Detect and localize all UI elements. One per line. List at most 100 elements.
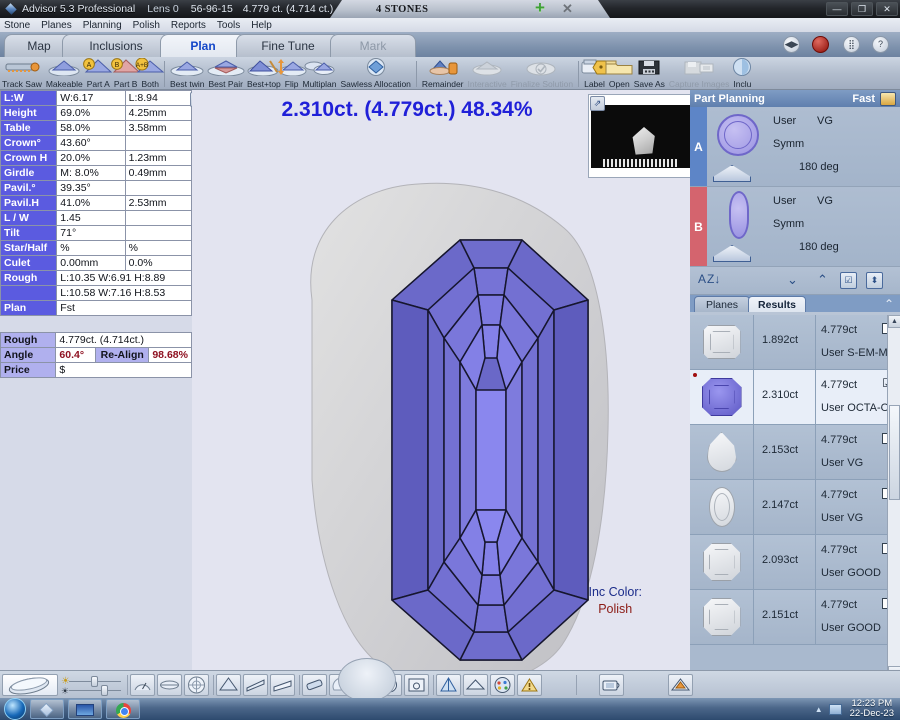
toolbar-button-track-saw[interactable]: Track Saw <box>0 56 44 89</box>
scroll-up-arrow[interactable]: ▲ <box>888 315 900 328</box>
tilt-view-button[interactable] <box>270 673 295 696</box>
part-planning-row-a[interactable]: A User VG Symm 180 deg <box>690 107 900 187</box>
toolbar-button-part-a[interactable]: A Part A <box>83 56 113 89</box>
toolbar-button-both[interactable]: A+B Both <box>135 56 165 89</box>
record-button[interactable] <box>812 36 829 53</box>
param-value-2[interactable]: 0.49mm <box>124 165 193 181</box>
results-list[interactable]: 1.892ct 4.779ct User S-EM-MU 2.310ct 4.7… <box>690 315 900 679</box>
list-item[interactable]: 1.892ct 4.779ct User S-EM-MU <box>690 315 900 370</box>
part-planning-row-b[interactable]: B User VG Symm 180 deg <box>690 187 900 267</box>
toolbar-button-open[interactable]: Open <box>605 56 633 89</box>
taskbar-app-scanner[interactable] <box>68 699 102 719</box>
network-icon[interactable] <box>828 703 842 715</box>
tab-plan[interactable]: Plan <box>160 34 246 57</box>
menu-item-polish[interactable]: Polish <box>133 20 160 31</box>
slider-knob[interactable] <box>91 675 98 687</box>
toolbar-button-inclusions[interactable]: Inclu <box>731 56 753 89</box>
scrollbar-thumb[interactable] <box>889 405 900 500</box>
menu-item-help[interactable]: Help <box>251 20 272 31</box>
view-mode-button[interactable] <box>2 673 58 696</box>
tab-results[interactable]: Results <box>748 296 806 312</box>
price-value[interactable]: $ <box>55 362 192 378</box>
part-shape-cell[interactable] <box>707 107 769 186</box>
menu-item-tools[interactable]: Tools <box>217 20 240 31</box>
param-value-2[interactable]: 0.0% <box>124 255 193 271</box>
nav-left-right-button[interactable]: ◀▶ <box>783 36 800 53</box>
param-value-1[interactable]: 41.0% <box>56 195 126 211</box>
param-value-1[interactable]: 39.35° <box>56 180 126 196</box>
side-view-button[interactable] <box>243 673 268 696</box>
fast-mode-icon[interactable] <box>880 91 896 106</box>
taskbar-clock[interactable]: 12:23 PM 22-Dec-23 <box>850 699 894 719</box>
param-value-1[interactable]: 43.60° <box>56 135 126 151</box>
results-scrollbar[interactable]: ▲ ▼ <box>887 315 900 679</box>
grid-view-button[interactable]: ⣿ <box>843 36 860 53</box>
rotate-wheel-overlay[interactable] <box>338 658 396 702</box>
list-item[interactable]: 2.153ct 4.779ct User VG <box>690 425 900 480</box>
add-stone-icon[interactable]: + <box>535 0 549 16</box>
tab-inclusions[interactable]: Inclusions <box>62 34 170 57</box>
param-value-2[interactable]: 3.58mm <box>124 120 193 136</box>
help-button[interactable]: ? <box>872 36 889 53</box>
list-item[interactable]: 2.147ct 4.779ct User VG <box>690 480 900 535</box>
close-stone-icon[interactable]: ✕ <box>562 2 573 15</box>
taskbar-app-chrome[interactable] <box>106 699 140 719</box>
show-hidden-icons-arrow[interactable]: ▲ <box>815 705 823 714</box>
param-value-2[interactable] <box>124 180 193 196</box>
re-align-button[interactable]: Re-Align <box>95 347 150 363</box>
param-value-2[interactable]: L:8.94 <box>124 90 193 106</box>
toolbar-button-save-as[interactable]: Save As <box>632 56 667 89</box>
model-viewport[interactable]: 2.310ct. (4.779ct.) 48.34% Inc Color: Po… <box>192 90 691 670</box>
menu-item-planning[interactable]: Planning <box>83 20 122 31</box>
zoom-fit-button[interactable] <box>404 673 429 696</box>
param-value-2[interactable]: 2.53mm <box>124 195 193 211</box>
tab-fine-tune[interactable]: Fine Tune <box>236 34 340 57</box>
brightness-slider[interactable]: ☀ ☀ <box>61 674 123 696</box>
param-value-2[interactable]: % <box>124 240 193 256</box>
param-value-2[interactable] <box>124 135 193 151</box>
toolbar-button-remainder[interactable]: Remainder <box>420 56 466 89</box>
param-value-2[interactable]: 4.25mm <box>124 105 193 121</box>
menu-item-planes[interactable]: Planes <box>41 20 72 31</box>
param-value-1[interactable]: 1.45 <box>56 210 126 226</box>
part-shape-cell[interactable] <box>707 187 769 266</box>
toolbar-button-label[interactable]: Label <box>581 56 609 89</box>
move-down-button[interactable]: ⌄ <box>787 272 798 288</box>
select-all-button[interactable]: ⬍ <box>866 272 883 289</box>
list-item[interactable]: 2.093ct 4.779ct User GOOD <box>690 535 900 590</box>
list-item[interactable]: 2.151ct 4.779ct User GOOD <box>690 590 900 645</box>
slider-knob[interactable] <box>101 684 108 696</box>
crown-view-button[interactable] <box>216 673 241 696</box>
chevron-up-icon[interactable]: ⌃ <box>884 297 894 311</box>
maximize-button[interactable]: ❐ <box>851 2 873 16</box>
plan-value[interactable]: Fst <box>56 300 192 316</box>
measure-button[interactable] <box>302 673 327 696</box>
toolbar-button-best-pair[interactable]: Best Pair <box>206 56 245 89</box>
param-value-1[interactable]: 71° <box>56 225 126 241</box>
toolbar-button-multiplan[interactable]: Multiplan <box>300 56 338 89</box>
tab-mark[interactable]: Mark <box>330 34 416 57</box>
girdle-view-button[interactable] <box>157 673 182 696</box>
pavilion-button[interactable] <box>463 673 488 696</box>
toolbar-button-sawless-allocation[interactable]: Sawless Allocation <box>339 56 413 89</box>
toolbar-button-best-twin[interactable]: Best twin <box>168 56 207 89</box>
stone-document-tab[interactable]: 4 STONES + ✕ <box>330 0 610 18</box>
cut-preview-button[interactable] <box>436 673 461 696</box>
minimize-button[interactable]: — <box>826 2 848 16</box>
param-value-2[interactable] <box>124 210 193 226</box>
param-value-2[interactable] <box>124 225 193 241</box>
param-value-1[interactable]: % <box>56 240 126 256</box>
home-view-button[interactable] <box>668 673 693 696</box>
check-list-button[interactable]: ☑ <box>840 272 857 289</box>
warning-button[interactable] <box>517 673 542 696</box>
taskbar-app-advisor[interactable] <box>30 699 64 719</box>
tab-planes[interactable]: Planes <box>694 296 750 312</box>
facet-pattern-button[interactable] <box>184 673 209 696</box>
toolbar-button-flip[interactable]: Flip <box>277 56 307 89</box>
move-up-button[interactable]: ⌃ <box>817 272 828 288</box>
param-value-1[interactable]: M: 8.0% <box>56 165 126 181</box>
param-value-2[interactable]: 1.23mm <box>124 150 193 166</box>
close-button[interactable]: ✕ <box>876 2 898 16</box>
sort-az-button[interactable]: A Z↓ <box>698 272 720 286</box>
screenshot-button[interactable] <box>599 673 624 696</box>
